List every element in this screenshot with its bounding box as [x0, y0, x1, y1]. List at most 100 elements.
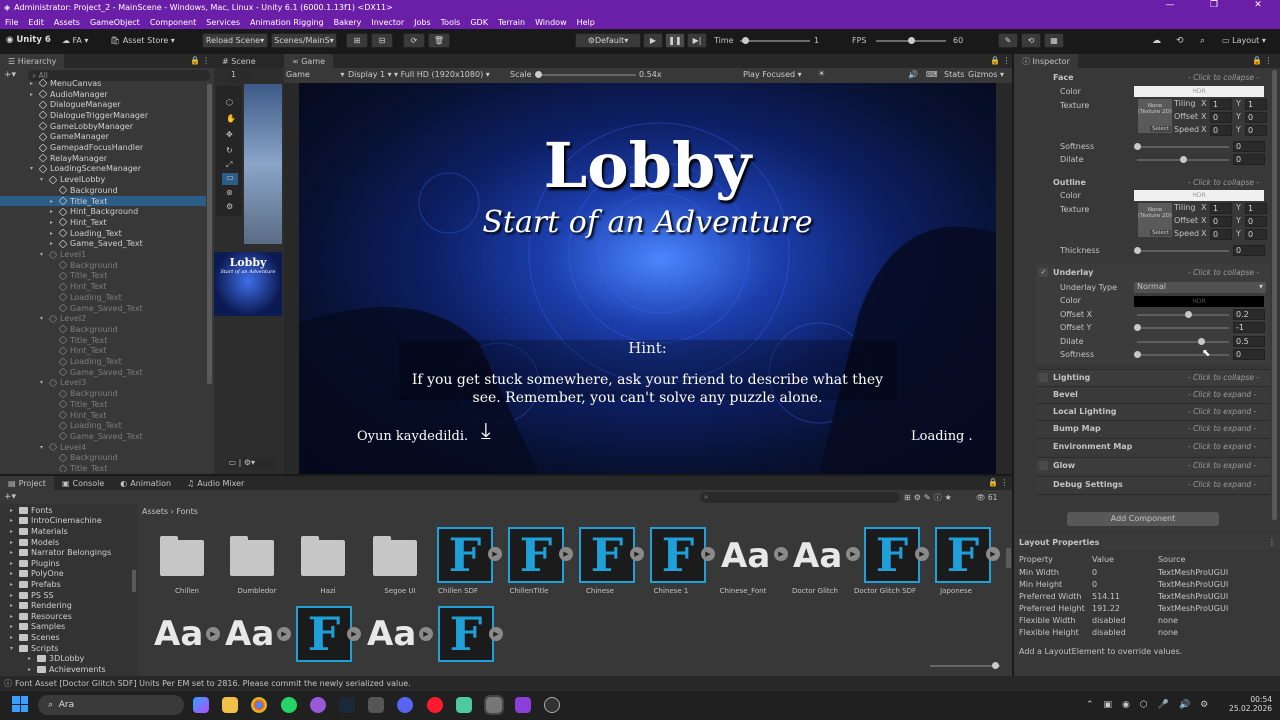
hierarchy-row[interactable]: Hint_Text	[0, 281, 206, 292]
custom-tool-icon[interactable]: ⚙	[226, 202, 233, 211]
menu-item-gameobject[interactable]: GameObject	[85, 18, 145, 27]
section-toggle[interactable]: - Click to expand -	[1188, 407, 1256, 416]
underlay-dilate-slider-track[interactable]	[1137, 341, 1229, 343]
expand-asset-icon[interactable]: ▶	[206, 627, 220, 641]
expand-asset-icon[interactable]: ▶	[419, 627, 433, 641]
expand-arrow-icon[interactable]: ▸	[50, 240, 59, 247]
project-filter-icons[interactable]: ⊞⚙✎ⓘ★	[904, 492, 955, 503]
font-file-icon[interactable]: Aa	[225, 614, 274, 654]
project-folder-item[interactable]: ▸ Plugins	[10, 558, 60, 569]
tiling-x-field[interactable]: 1	[1210, 99, 1232, 110]
account-dropdown[interactable]: ☁ FA ▾	[62, 36, 88, 45]
hierarchy-row[interactable]: Title_Text	[0, 335, 206, 346]
asset-name[interactable]: Chillen SDF	[423, 587, 493, 595]
hierarchy-row[interactable]: GamepadFocusHandler	[0, 142, 206, 153]
section-toggle[interactable]: - Click to expand -	[1188, 424, 1256, 433]
hierarchy-row[interactable]: Background	[0, 453, 206, 464]
snap-icon[interactable]: ⊞	[346, 33, 368, 48]
trash-icon[interactable]: 🗑	[428, 33, 450, 48]
expand-asset-icon[interactable]: ▶	[630, 547, 644, 561]
hierarchy-row[interactable]: ▾ Level4	[0, 442, 206, 453]
hierarchy-row[interactable]: ▸ MenuCanvas	[0, 78, 206, 89]
hierarchy-row[interactable]: Loading_Text	[0, 292, 206, 303]
lock-icon[interactable]: 🔒	[190, 56, 200, 65]
hierarchy-row[interactable]: ▸ Title_Text	[0, 195, 206, 207]
expand-arrow-icon[interactable]: ▾	[40, 379, 49, 386]
section-toggle[interactable]: - Click to expand -	[1188, 480, 1256, 489]
hierarchy-scrollbar[interactable]	[207, 84, 212, 384]
offset-x-field[interactable]: 0	[1210, 112, 1232, 123]
font-asset-icon[interactable]: F	[650, 527, 706, 583]
collab-icon[interactable]: ✎	[998, 33, 1018, 48]
more-icon[interactable]: ⋮	[202, 56, 210, 65]
expand-asset-icon[interactable]: ▶	[986, 547, 1000, 561]
tab-hierarchy[interactable]: ☰ Hierarchy	[0, 54, 65, 68]
whatsapp-icon[interactable]	[281, 697, 297, 713]
section-toggle[interactable]: - Click to expand -	[1188, 390, 1256, 399]
hand-tool-icon[interactable]: ✋	[226, 114, 236, 123]
font-file-icon[interactable]: Aa	[721, 536, 770, 576]
stats-button[interactable]: Stats	[944, 70, 964, 79]
face-softness-slider-knob[interactable]	[1134, 143, 1141, 150]
breadcrumb-assets[interactable]: Assets	[142, 507, 168, 516]
section-header[interactable]: Debug Settings	[1053, 480, 1123, 489]
layout-more-icon[interactable]: ⋮	[1268, 538, 1276, 547]
fps-value[interactable]: 60	[953, 36, 963, 45]
menu-item-file[interactable]: File	[0, 18, 23, 27]
fps-slider-knob[interactable]	[908, 37, 915, 44]
folder-expand-icon[interactable]: ▸	[10, 549, 19, 556]
folder-expand-icon[interactable]: ▸	[10, 602, 19, 609]
underlay-type-dropdown[interactable]: Normal ▾	[1134, 282, 1266, 293]
menu-item-gdk[interactable]: GDK	[465, 18, 493, 27]
hierarchy-row[interactable]: Hint_Text	[0, 410, 206, 421]
status-message[interactable]: Font Asset [Doctor Glitch SDF] Units Per…	[15, 679, 411, 688]
expand-asset-icon[interactable]: ▶	[277, 627, 291, 641]
rotate-tool-icon[interactable]: ↻	[226, 146, 233, 155]
menu-item-terrain[interactable]: Terrain	[493, 18, 530, 27]
hierarchy-row[interactable]: ▸ Game_Saved_Text	[0, 239, 206, 250]
expand-arrow-icon[interactable]: ▸	[50, 219, 59, 226]
hierarchy-row[interactable]: Loading_Text	[0, 356, 206, 367]
font-asset-icon[interactable]: F	[935, 527, 991, 583]
project-lock-icon[interactable]: 🔒 ⋮	[988, 478, 1009, 487]
font-asset-icon[interactable]: F	[864, 527, 920, 583]
outline-thickness-slider-knob[interactable]	[1134, 247, 1141, 254]
hierarchy-row[interactable]: Game_Saved_Text	[0, 431, 206, 442]
play-button[interactable]: ▶	[643, 33, 663, 48]
hierarchy-row[interactable]: Background	[0, 185, 206, 196]
display-dropdown[interactable]: Display 1 ▾	[348, 70, 392, 79]
time-slider[interactable]	[740, 40, 810, 42]
hierarchy-row[interactable]: Title_Text	[0, 271, 206, 282]
folder-asset-icon[interactable]	[373, 536, 417, 576]
hierarchy-row[interactable]: Background	[0, 324, 206, 335]
hierarchy-row[interactable]: Game_Saved_Text	[0, 303, 206, 314]
project-folder-item[interactable]: ▸ Samples	[10, 622, 65, 633]
gizmos-button[interactable]: Gizmos ▾	[968, 70, 1004, 79]
section-header[interactable]: Local Lighting	[1053, 407, 1117, 416]
hierarchy-row[interactable]: Loading_Text	[0, 420, 206, 431]
section-header[interactable]: Bump Map	[1053, 424, 1101, 433]
hierarchy-row[interactable]: ▾ Level2	[0, 313, 206, 324]
cloud-icon[interactable]: ☁	[1152, 36, 1161, 46]
reload-scene-button[interactable]: Reload Scene ▾	[202, 33, 268, 48]
tiling-y-field[interactable]: 1	[1245, 203, 1267, 214]
folder-expand-icon[interactable]: ▸	[10, 570, 19, 577]
menu-item-services[interactable]: Services	[201, 18, 245, 27]
section-toggle[interactable]: - Click to collapse -	[1188, 373, 1259, 382]
asset-name[interactable]: Chinese	[565, 587, 635, 595]
face-section-header[interactable]: Face	[1053, 73, 1074, 82]
hierarchy-row[interactable]: Background	[0, 260, 206, 271]
folder-expand-icon[interactable]: ▾	[10, 645, 19, 652]
hierarchy-row[interactable]: Background	[0, 388, 206, 399]
close-icon[interactable]: ✕	[1236, 0, 1280, 10]
scale-slider-knob[interactable]	[535, 71, 542, 78]
underlay-oy-slider-knob[interactable]	[1134, 324, 1141, 331]
font-asset-icon[interactable]: F	[579, 527, 635, 583]
windows-start-icon[interactable]	[12, 696, 28, 712]
copilot-icon[interactable]	[193, 697, 209, 713]
step-button[interactable]: ▶|	[687, 33, 707, 48]
tiling-y-field[interactable]: 1	[1245, 99, 1267, 110]
scenes-dropdown[interactable]: Scenes/MainS ▾	[271, 33, 337, 48]
project-search-input[interactable]: ⌕	[700, 492, 900, 503]
project-add-icon[interactable]: +▾	[4, 492, 16, 502]
